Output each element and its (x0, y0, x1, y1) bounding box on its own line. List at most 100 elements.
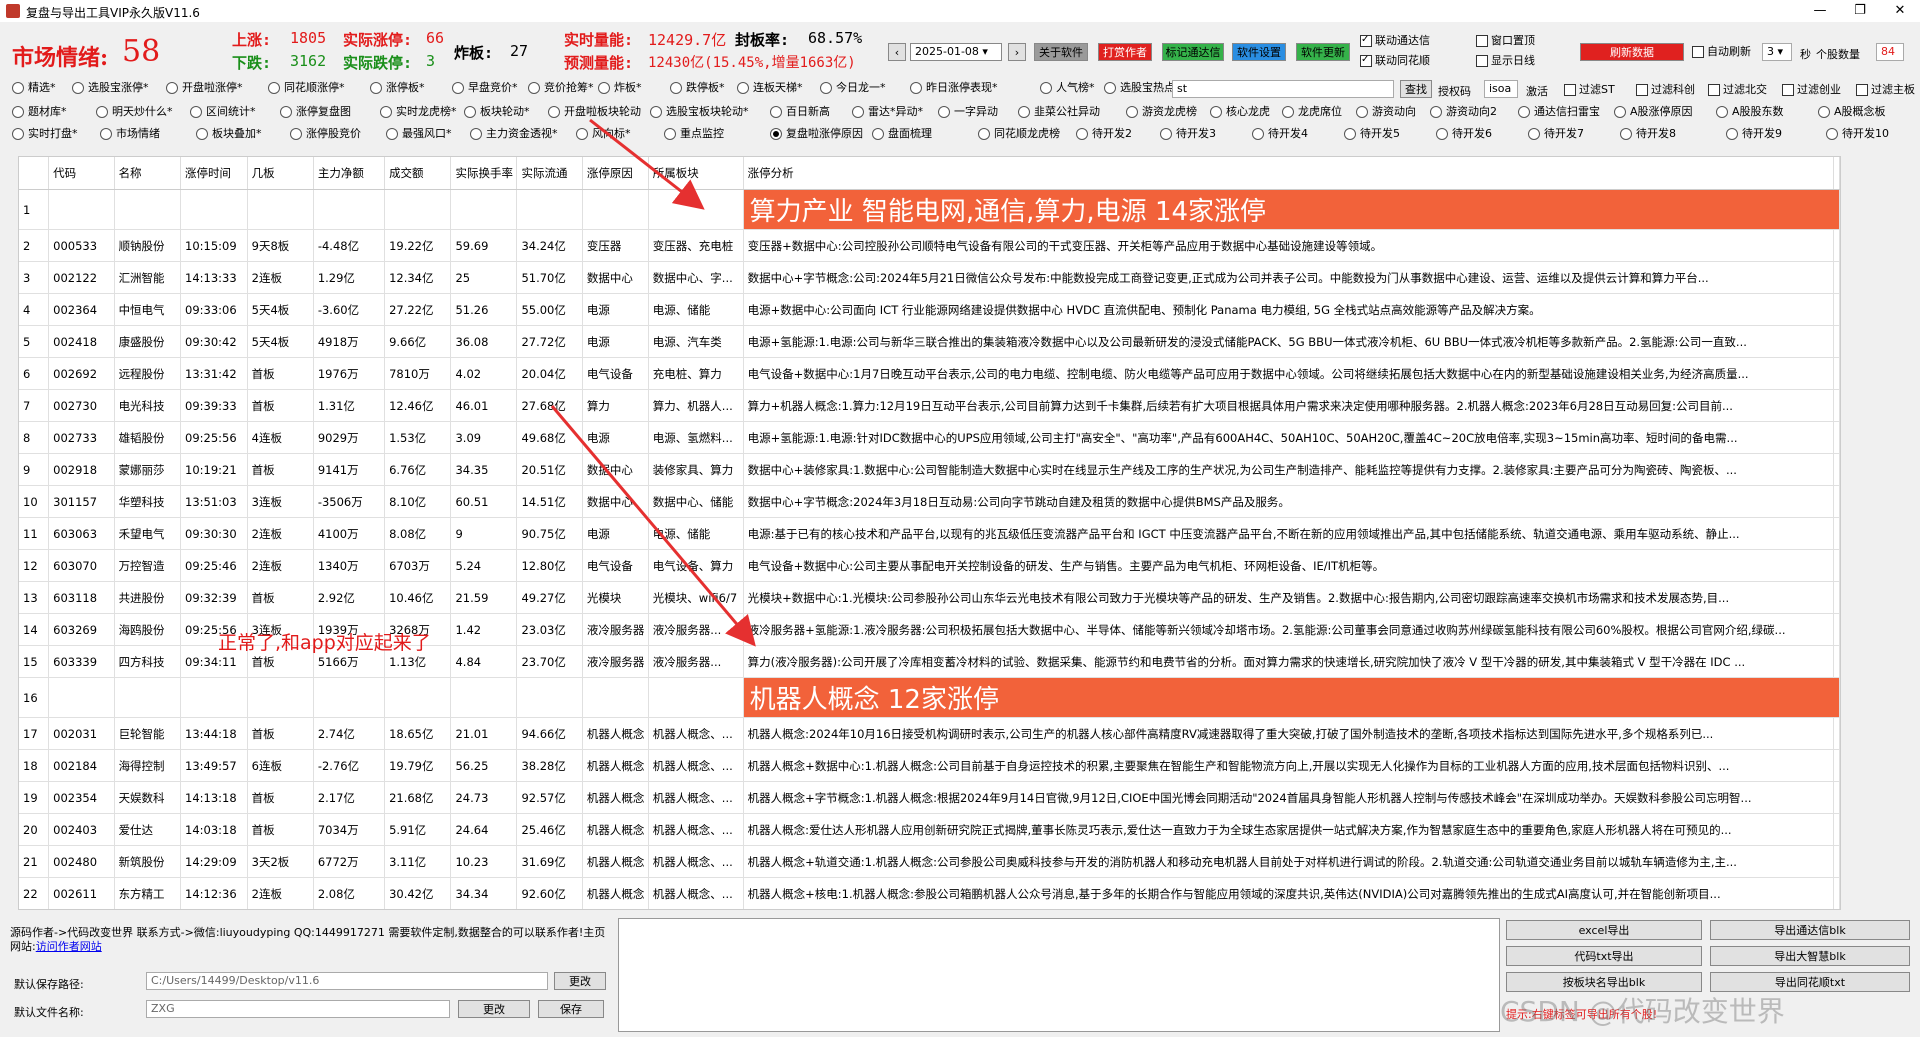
radio-option[interactable]: 核心龙虎 (1210, 102, 1270, 122)
column-header[interactable]: 所属板块 (648, 157, 744, 190)
author-website-link[interactable]: 访问作者网站 (36, 940, 102, 953)
radio-option[interactable]: 韭菜公社异动 (1018, 102, 1100, 122)
column-header[interactable]: 主力净额 (313, 157, 386, 190)
excel-export-button[interactable]: excel导出 (1506, 920, 1702, 940)
tdx-blk-export-button[interactable]: 导出通达信blk (1710, 920, 1910, 940)
radio-option[interactable]: 待开发7 (1528, 124, 1584, 144)
radio-option[interactable]: 龙虎席位 (1282, 102, 1342, 122)
table-row[interactable]: 20 002403 爱仕达 14:03:18 首板 7034万 5.91亿 24.64 25.4… (19, 813, 1840, 846)
table-row[interactable]: 8 002733 雄韬股份 09:25:56 4连板 9029万 1.53亿 3.09 49.6… (19, 421, 1840, 454)
search-input[interactable]: st (1172, 80, 1394, 98)
radio-option[interactable]: 游资动向 (1356, 102, 1416, 122)
table-row[interactable]: 12 603070 万控智造 09:25:46 2连板 1340万 6703万 5.24 12.… (19, 549, 1840, 582)
radio-option[interactable]: 板块叠加* (196, 124, 262, 144)
radio-option[interactable]: 连板天梯* (737, 78, 803, 98)
radio-option[interactable]: A股概念板 (1818, 102, 1886, 122)
radio-option[interactable]: 百日新高 (770, 102, 830, 122)
radio-option[interactable]: 待开发3 (1160, 124, 1216, 144)
radio-option[interactable]: 复盘啦涨停原因 (770, 124, 863, 144)
file-name-input[interactable]: ZXG (146, 1000, 450, 1018)
link-tdx-checkbox[interactable]: 联动通达信 (1360, 32, 1430, 49)
radio-option[interactable]: A股股东数 (1716, 102, 1784, 122)
date-picker[interactable]: 2025-01-08 ▾ (910, 43, 1002, 61)
radio-option[interactable]: 昨日涨停表现* (910, 78, 998, 98)
column-header[interactable]: 实际流通 (516, 157, 583, 190)
radio-option[interactable]: 游资龙虎榜 (1126, 102, 1197, 122)
table-row[interactable]: 19 002354 天娱数科 14:13:18 首板 2.17亿 21.68亿 24.73 92… (19, 781, 1840, 814)
radio-option[interactable]: 涨停板* (370, 78, 425, 98)
change-name-button[interactable]: 更改 (458, 1000, 530, 1018)
column-header[interactable]: 涨停原因 (582, 157, 649, 190)
radio-option[interactable]: 盘面梳理 (872, 124, 932, 144)
radio-option[interactable]: 待开发6 (1436, 124, 1492, 144)
pin-window-checkbox[interactable]: 窗口置顶 (1476, 33, 1535, 49)
table-row[interactable]: 7 002730 电光科技 09:39:33 首板 1.31亿 12.46亿 46.01 27.… (19, 389, 1840, 422)
auth-code-input[interactable]: isoa (1484, 80, 1518, 98)
radio-option[interactable]: 重点监控 (664, 124, 724, 144)
radio-option[interactable]: 板块轮动* (464, 102, 530, 122)
radio-option[interactable]: 待开发5 (1344, 124, 1400, 144)
table-row[interactable]: 9 002918 蒙娜丽莎 10:19:21 首板 9141万 6.76亿 34.35 20.5… (19, 453, 1840, 486)
table-row[interactable]: 3 002122 汇洲智能 14:13:33 2连板 1.29亿 12.34亿 25 51.70… (19, 261, 1840, 294)
minimize-button[interactable]: — (1800, 2, 1840, 20)
show-daily-checkbox[interactable]: 显示日线 (1476, 53, 1535, 69)
table-row[interactable]: 5 002418 康盛股份 09:30:42 5天4板 4918万 9.66亿 36.08 27… (19, 325, 1840, 358)
radio-option[interactable]: 雷达*异动* (852, 102, 923, 122)
radio-option[interactable]: 选股宝板块轮动* (650, 102, 749, 122)
mark-tdx-button[interactable]: 标记通达信 (1162, 43, 1224, 61)
auto-refresh-checkbox[interactable]: 自动刷新 (1692, 44, 1751, 60)
radio-option[interactable]: 风向标* (576, 124, 631, 144)
column-header[interactable]: 代码 (48, 157, 115, 190)
code-txt-export-button[interactable]: 代码txt导出 (1506, 946, 1702, 966)
radio-option[interactable]: 今日龙一* (820, 78, 886, 98)
search-button[interactable]: 查找 (1400, 80, 1432, 98)
table-row[interactable]: 22 002611 东方精工 14:12:36 2连板 2.08亿 30.42亿 34.34 9… (19, 877, 1840, 909)
column-header[interactable]: 涨停分析 (743, 157, 1835, 190)
close-button[interactable]: ✕ (1880, 2, 1920, 20)
radio-option[interactable]: 通达信扫雷宝 (1518, 102, 1600, 122)
about-button[interactable]: 关于软件 (1034, 43, 1088, 61)
sector-blk-export-button[interactable]: 按板块名导出blk (1506, 972, 1702, 992)
radio-option[interactable]: 明天炒什么* (96, 102, 173, 122)
maximize-button[interactable]: ❐ (1840, 2, 1880, 20)
table-row[interactable]: 11 603063 禾望电气 09:30:30 2连板 4100万 8.08亿 9 90.75亿… (19, 517, 1840, 550)
update-button[interactable]: 软件更新 (1296, 43, 1350, 61)
save-path-input[interactable]: C:/Users/14499/Desktop/v11.6 (146, 972, 548, 990)
radio-option[interactable]: 区间统计* (190, 102, 256, 122)
radio-option[interactable]: 选股宝涨停* (72, 78, 149, 98)
table-row[interactable]: 4 002364 中恒电气 09:33:06 5天4板 -3.60亿 27.22亿 51.26… (19, 293, 1840, 326)
table-row[interactable]: 18 002184 海得控制 13:49:57 6连板 -2.76亿 19.79亿 56.25… (19, 749, 1840, 782)
radio-option[interactable]: 人气榜* (1040, 78, 1095, 98)
ths-txt-export-button[interactable]: 导出同花顺txt (1710, 972, 1910, 992)
radio-option[interactable]: 待开发10 (1826, 124, 1889, 144)
change-path-button[interactable]: 更改 (554, 972, 606, 990)
filter-checkbox[interactable]: 过滤创业 (1782, 82, 1841, 98)
radio-option[interactable]: 实时打盘* (12, 124, 78, 144)
tip-author-button[interactable]: 打赏作者 (1098, 43, 1152, 61)
radio-option[interactable]: 最强风口* (386, 124, 452, 144)
radio-option[interactable]: 待开发2 (1076, 124, 1132, 144)
column-header[interactable]: 成交额 (384, 157, 452, 190)
radio-option[interactable]: A股涨停原因 (1614, 102, 1693, 122)
column-header[interactable]: 几板 (247, 157, 314, 190)
radio-option[interactable]: 开盘啦涨停* (166, 78, 243, 98)
radio-option[interactable]: 题材库* (12, 102, 67, 122)
radio-option[interactable]: 待开发8 (1620, 124, 1676, 144)
filter-checkbox[interactable]: 过滤ST (1564, 82, 1615, 98)
column-header[interactable]: 实际换手率 (450, 157, 518, 190)
filter-checkbox[interactable]: 过滤北交 (1708, 82, 1767, 98)
radio-option[interactable]: 游资动向2 (1430, 102, 1497, 122)
next-date-button[interactable]: › (1008, 43, 1026, 61)
table-row[interactable]: 17 002031 巨轮智能 13:44:18 首板 2.74亿 18.65亿 21.01 94… (19, 717, 1840, 750)
link-ths-checkbox[interactable]: 联动同花顺 (1360, 52, 1430, 69)
save-button[interactable]: 保存 (538, 1000, 604, 1018)
prev-date-button[interactable]: ‹ (888, 43, 906, 61)
settings-button[interactable]: 软件设置 (1232, 43, 1286, 61)
refresh-interval-select[interactable]: 3 ▾ (1762, 43, 1792, 61)
column-header[interactable]: 涨停时间 (180, 157, 248, 190)
table-row[interactable]: 16 机器人概念 12家涨停 (19, 677, 1840, 718)
radio-option[interactable]: 跌停板* (670, 78, 725, 98)
radio-option[interactable]: 同花顺龙虎榜 (978, 124, 1060, 144)
table-row[interactable]: 13 603118 共进股份 09:32:39 首板 2.92亿 10.46亿 21.59 49… (19, 581, 1840, 614)
radio-option[interactable]: 实时龙虎榜* (380, 102, 457, 122)
